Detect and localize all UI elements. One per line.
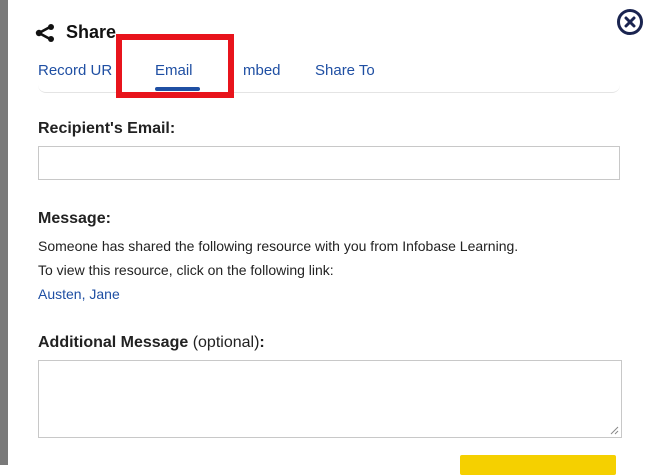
resource-link[interactable]: Austen, Jane <box>38 286 120 302</box>
close-button[interactable] <box>617 9 643 35</box>
additional-message-colon: : <box>259 334 265 351</box>
additional-message-textarea[interactable] <box>38 360 622 438</box>
dialog-title: Share <box>66 22 117 42</box>
share-icon <box>34 23 56 42</box>
optional-hint: (optional) <box>188 334 260 351</box>
share-dialog: Share Record UR Email mbed Share To Reci… <box>8 0 654 475</box>
tab-embed[interactable]: mbed <box>243 62 281 79</box>
additional-message-label: Additional Message (optional): <box>38 334 265 352</box>
resize-grip-icon[interactable] <box>610 426 619 435</box>
tab-email-active-indicator <box>155 87 200 91</box>
tab-record-url[interactable]: Record UR <box>38 62 112 79</box>
window-left-border <box>0 0 8 465</box>
send-button[interactable] <box>460 455 616 475</box>
message-label: Message: <box>38 210 111 227</box>
share-tabs: Record UR Email mbed Share To <box>38 52 620 93</box>
tab-share-to[interactable]: Share To <box>315 62 375 79</box>
close-icon[interactable] <box>623 15 637 29</box>
message-line-2: To view this resource, click on the foll… <box>38 262 334 278</box>
message-line-1: Someone has shared the following resourc… <box>38 238 519 254</box>
additional-message-label-text: Additional Message <box>38 334 189 351</box>
recipient-email-input[interactable] <box>38 146 620 180</box>
recipient-email-label: Recipient's Email: <box>38 120 176 137</box>
tab-email[interactable]: Email <box>155 62 193 79</box>
dialog-header: Share <box>34 22 116 43</box>
